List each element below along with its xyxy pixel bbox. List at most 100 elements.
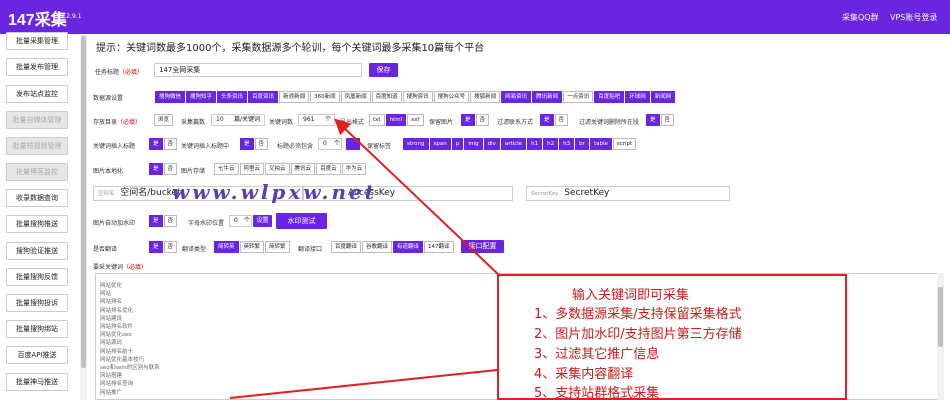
keyword-line: 网站优化基本技巧 bbox=[100, 356, 145, 363]
source-option[interactable]: 凤凰新闻 bbox=[340, 91, 371, 103]
scrollbar-thumb[interactable] bbox=[81, 36, 86, 368]
source-option[interactable]: 搜狐新闻 bbox=[470, 91, 501, 103]
sidebar-item[interactable]: 批量发布管理 bbox=[6, 58, 68, 76]
keywords-scrollbar-thumb[interactable] bbox=[938, 287, 943, 347]
title-must-button[interactable] bbox=[346, 138, 360, 150]
tag-option[interactable]: h3 bbox=[559, 138, 575, 150]
tag-option[interactable]: table bbox=[589, 138, 612, 150]
kw-count-input[interactable]: 961 个 bbox=[298, 114, 335, 126]
sidebar-item[interactable]: 批量搜狗投诉 bbox=[6, 294, 68, 312]
title-must-input[interactable]: 0个 bbox=[318, 138, 342, 150]
tag-option[interactable]: img bbox=[464, 138, 483, 150]
source-option[interactable]: 头条资讯 bbox=[217, 91, 248, 103]
filter-contact-yes[interactable]: 是 bbox=[540, 114, 554, 126]
source-option[interactable]: 搜狗微信 bbox=[155, 91, 186, 103]
translate-api-option[interactable]: 147翻译 bbox=[424, 241, 454, 253]
sidebar-item[interactable]: 批量搜狗推送 bbox=[6, 215, 68, 233]
task-title-input[interactable]: 147全网采集 bbox=[154, 63, 362, 77]
source-option[interactable]: 新浪新闻 bbox=[279, 91, 310, 103]
tag-option[interactable]: br bbox=[575, 138, 589, 150]
sidebar-scrollbar[interactable] bbox=[80, 34, 87, 400]
sidebar-item[interactable]: 收录数据查询 bbox=[6, 189, 68, 207]
source-option[interactable]: 百度资讯 bbox=[248, 91, 279, 103]
filter-kw-no[interactable]: 否 bbox=[660, 114, 675, 126]
tag-option[interactable]: h1 bbox=[527, 138, 543, 150]
export-option[interactable]: html bbox=[385, 114, 407, 126]
export-option[interactable]: txt bbox=[369, 114, 385, 126]
source-option[interactable]: 一点资讯 bbox=[563, 91, 594, 103]
source-option[interactable]: 百度贴吧 bbox=[594, 91, 625, 103]
translate-type-option[interactable]: 简转英 bbox=[214, 241, 239, 253]
translate-yes[interactable]: 是 bbox=[149, 241, 163, 253]
sidebar-item[interactable]: 批量短视频管理 bbox=[6, 137, 68, 155]
sidebar-item[interactable]: 百度API推送 bbox=[6, 346, 68, 364]
collect-count-label: 采集篇数 bbox=[181, 119, 206, 126]
alpha-position-input[interactable]: 0个 bbox=[229, 215, 252, 227]
sidebar-item[interactable]: 批量搜狗绑站 bbox=[6, 320, 68, 338]
keyword-line: 网站优化seo bbox=[100, 332, 132, 339]
sidebar-item[interactable]: 批量自媒体管理 bbox=[6, 111, 68, 129]
storage-option[interactable]: 腾讯云 bbox=[290, 163, 316, 175]
sidebar-item[interactable]: 批量采集管理 bbox=[6, 32, 68, 50]
filter-contact-no[interactable]: 否 bbox=[554, 114, 569, 126]
secretkey-input[interactable]: SecretKey SecretKey bbox=[526, 186, 730, 201]
qq-group-link[interactable]: 采集QQ群 bbox=[842, 12, 879, 23]
filter-kw-yes[interactable]: 是 bbox=[646, 114, 660, 126]
keyword-line: 网站优化 bbox=[100, 283, 123, 289]
source-option[interactable]: 腾讯新闻 bbox=[532, 91, 563, 103]
api-config-button[interactable]: 接口配置 bbox=[461, 240, 504, 253]
tag-option[interactable]: p bbox=[451, 138, 464, 150]
source-option[interactable]: 百度知道 bbox=[371, 91, 402, 103]
setting-button[interactable]: 设置 bbox=[253, 215, 272, 227]
watermark-test-button[interactable]: 水印测试 bbox=[276, 213, 327, 229]
sidebar-item[interactable]: 批量神马推送 bbox=[6, 373, 68, 391]
source-option[interactable]: 搜狗知乎 bbox=[186, 91, 217, 103]
storage-option[interactable]: 华为云 bbox=[341, 163, 367, 175]
translate-type-option[interactable]: 简转繁 bbox=[265, 241, 290, 253]
tag-option[interactable]: strong bbox=[403, 138, 429, 150]
vps-login-link[interactable]: VPS账号登录 bbox=[890, 12, 937, 23]
source-option[interactable]: 网易资讯 bbox=[501, 91, 532, 103]
sidebar-item[interactable]: 发布站点监控 bbox=[6, 85, 68, 103]
keep-img-yes[interactable]: 是 bbox=[461, 114, 475, 126]
tag-option[interactable]: article bbox=[500, 138, 527, 150]
export-option[interactable]: xxf bbox=[407, 114, 424, 126]
storage-option[interactable]: 又拍云 bbox=[265, 163, 290, 175]
tag-option[interactable]: div bbox=[483, 138, 500, 150]
source-option[interactable]: 搜狗资讯 bbox=[402, 91, 433, 103]
sidebar-item[interactable]: 批量搜狗反馈 bbox=[6, 268, 68, 286]
watermark-yes[interactable]: 是 bbox=[149, 215, 163, 227]
keep-img-no[interactable]: 否 bbox=[475, 114, 490, 126]
tag-option[interactable]: script bbox=[612, 138, 637, 150]
source-option[interactable]: 环球网 bbox=[625, 91, 650, 103]
storage-group: 七牛云 阿里云 又拍云 腾讯云 百度云 华为云 bbox=[214, 163, 367, 175]
source-option[interactable]: 搜狗公众号 bbox=[433, 91, 470, 103]
storage-option[interactable]: 七牛云 bbox=[214, 163, 239, 175]
tags-group: strong span p img div article h1 h2 h3 br table scr… bbox=[403, 138, 637, 150]
save-button[interactable]: 保存 bbox=[369, 63, 398, 77]
kw-insert-mid-no[interactable]: 否 bbox=[254, 138, 269, 150]
keyword-line: 网站推广 bbox=[100, 389, 123, 396]
source-option[interactable]: 新闻网 bbox=[650, 91, 676, 103]
browse-button[interactable]: 浏览 bbox=[154, 114, 174, 126]
storage-option[interactable]: 阿里云 bbox=[239, 163, 265, 175]
sidebar-item[interactable]: 搜狗验证推送 bbox=[6, 242, 68, 260]
translate-type-option[interactable]: 英转繁 bbox=[239, 241, 265, 253]
translate-api-option[interactable]: 百度翻译 bbox=[331, 241, 362, 253]
watermark-no[interactable]: 否 bbox=[163, 215, 178, 227]
keywords-scrollbar[interactable] bbox=[937, 273, 944, 400]
source-option[interactable]: 360新闻 bbox=[310, 91, 340, 103]
tag-option[interactable]: span bbox=[429, 138, 451, 150]
collect-count-input[interactable]: 10 篇/关键词 bbox=[211, 114, 265, 126]
storage-option[interactable]: 百度云 bbox=[316, 163, 341, 175]
translate-api-option[interactable]: 有道翻译 bbox=[393, 241, 424, 253]
translate-api-option[interactable]: 谷歌翻译 bbox=[362, 241, 393, 253]
img-local-no[interactable]: 否 bbox=[163, 163, 178, 175]
img-local-yes[interactable]: 是 bbox=[149, 163, 163, 175]
translate-no[interactable]: 否 bbox=[163, 241, 178, 253]
kw-insert-title-yes[interactable]: 是 bbox=[149, 138, 163, 150]
kw-insert-mid-yes[interactable]: 是 bbox=[240, 138, 254, 150]
kw-insert-title-no[interactable]: 否 bbox=[163, 138, 178, 150]
tag-option[interactable]: h2 bbox=[543, 138, 559, 150]
sidebar-item[interactable]: 批量博客监控 bbox=[6, 163, 68, 181]
